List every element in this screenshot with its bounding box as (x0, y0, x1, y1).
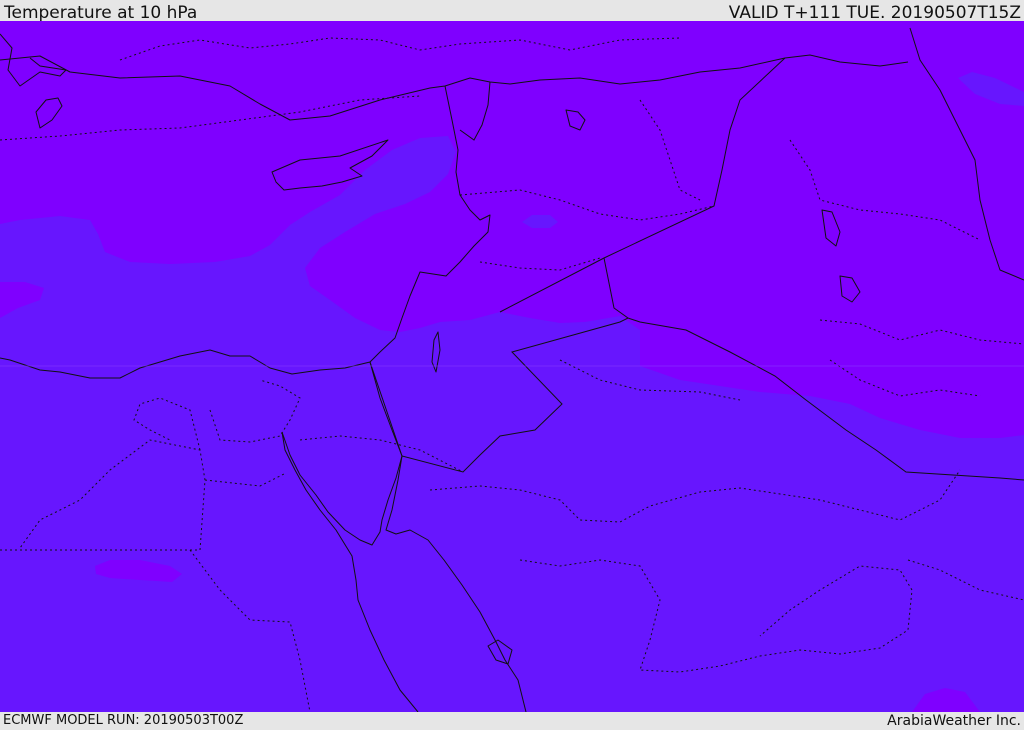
header-bar: Temperature at 10 hPa VALID T+111 TUE. 2… (0, 0, 1024, 23)
map-area[interactable] (0, 21, 1024, 712)
credit-label: ArabiaWeather Inc. (887, 713, 1021, 729)
model-run: ECMWF MODEL RUN: 20190503T00Z (3, 713, 244, 728)
valid-time: VALID T+111 TUE. 20190507T15Z (728, 3, 1021, 23)
map-title: Temperature at 10 hPa (4, 3, 198, 23)
footer-bar: ECMWF MODEL RUN: 20190503T00Z ArabiaWeat… (0, 712, 1024, 729)
temperature-map (0, 21, 1024, 712)
